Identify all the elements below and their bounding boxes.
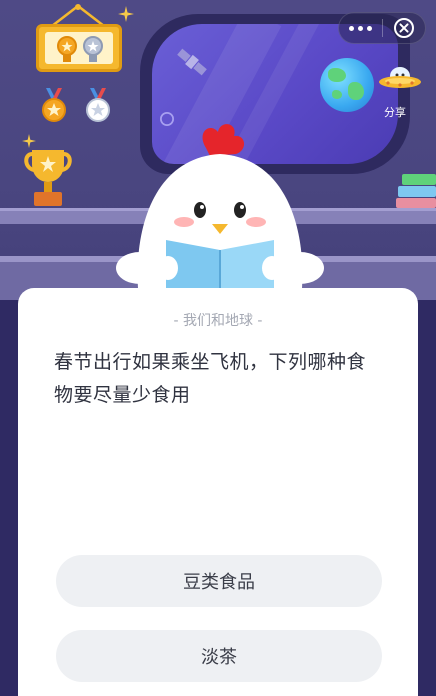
chick-mascot-icon [116,124,324,300]
share-label[interactable]: 分享 [380,104,410,120]
mini-program-capsule [338,12,426,44]
plaque-medals-icon [57,36,103,62]
plaque-icon [36,24,122,72]
quiz-category: - 我们和地球 - [173,313,263,329]
quiz-question: 春节出行如果乘坐飞机，下列哪种食物要尽量少食用 [54,351,367,406]
trophy-icon [24,150,72,206]
answer-option-label: 豆类食品 [183,572,255,593]
medal-icon [86,88,110,122]
sparkle-icon [118,6,134,22]
earth-icon [320,58,374,112]
books-icon [396,174,436,208]
answer-option-2[interactable]: 淡茶 [56,630,382,682]
satellite-icon [177,48,207,76]
answer-option-label: 淡茶 [201,647,237,668]
ufo-icon[interactable] [378,66,422,92]
more-dots-icon[interactable] [339,12,382,44]
medal-icon [42,88,66,122]
close-circle-icon[interactable] [383,12,425,44]
quiz-card: - 我们和地球 - 春节出行如果乘坐飞机，下列哪种食物要尽量少食用 豆类食品 淡… [18,288,418,696]
answer-option-1[interactable]: 豆类食品 [56,555,382,607]
background-scene: 分享 [0,0,436,300]
